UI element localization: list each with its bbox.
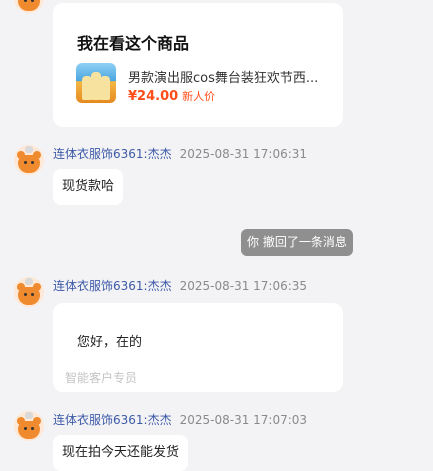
message-time: 2025-08-31 17:07:03 <box>179 413 308 427</box>
avatar <box>14 145 44 175</box>
avatar <box>14 277 44 307</box>
message-text: 您好，在的 <box>77 335 143 350</box>
price-tag: 新人价 <box>182 90 216 103</box>
product-thumbnail[interactable] <box>76 63 116 103</box>
message-bubble: 现在拍今天还能发货 <box>53 435 189 471</box>
product-name[interactable]: 男款演出服cos舞台装狂欢节西... <box>128 67 318 86</box>
message-bubble: 现货款哈 <box>53 169 124 205</box>
product-card-title: 我在看这个商品 <box>77 34 190 53</box>
avatar <box>14 0 44 13</box>
message-bubble: 您好，在的 智能客户专员 <box>53 303 343 392</box>
product-card[interactable]: 我在看这个商品 男款演出服cos舞台装狂欢节西... ¥24.00 新人价 <box>53 3 343 127</box>
agent-signature: 智能客户专员 <box>65 371 138 385</box>
message-meta: 连体衣服饰6361:杰杰 2025-08-31 17:06:35 <box>53 277 307 294</box>
sender-name: 连体衣服饰6361:杰杰 <box>53 279 172 293</box>
price-value: ¥24.00 <box>128 89 179 104</box>
message-meta: 连体衣服饰6361:杰杰 2025-08-31 17:06:31 <box>53 145 307 162</box>
system-notice: 你 撤回了一条消息 <box>241 229 353 256</box>
product-price: ¥24.00 新人价 <box>128 88 215 104</box>
message-time: 2025-08-31 17:06:31 <box>179 147 308 161</box>
sender-name: 连体衣服饰6361:杰杰 <box>53 413 172 427</box>
message-time: 2025-08-31 17:06:35 <box>179 279 308 293</box>
message-meta: 连体衣服饰6361:杰杰 2025-08-31 17:07:03 <box>53 411 307 428</box>
sender-name: 连体衣服饰6361:杰杰 <box>53 147 172 161</box>
avatar <box>14 411 44 441</box>
